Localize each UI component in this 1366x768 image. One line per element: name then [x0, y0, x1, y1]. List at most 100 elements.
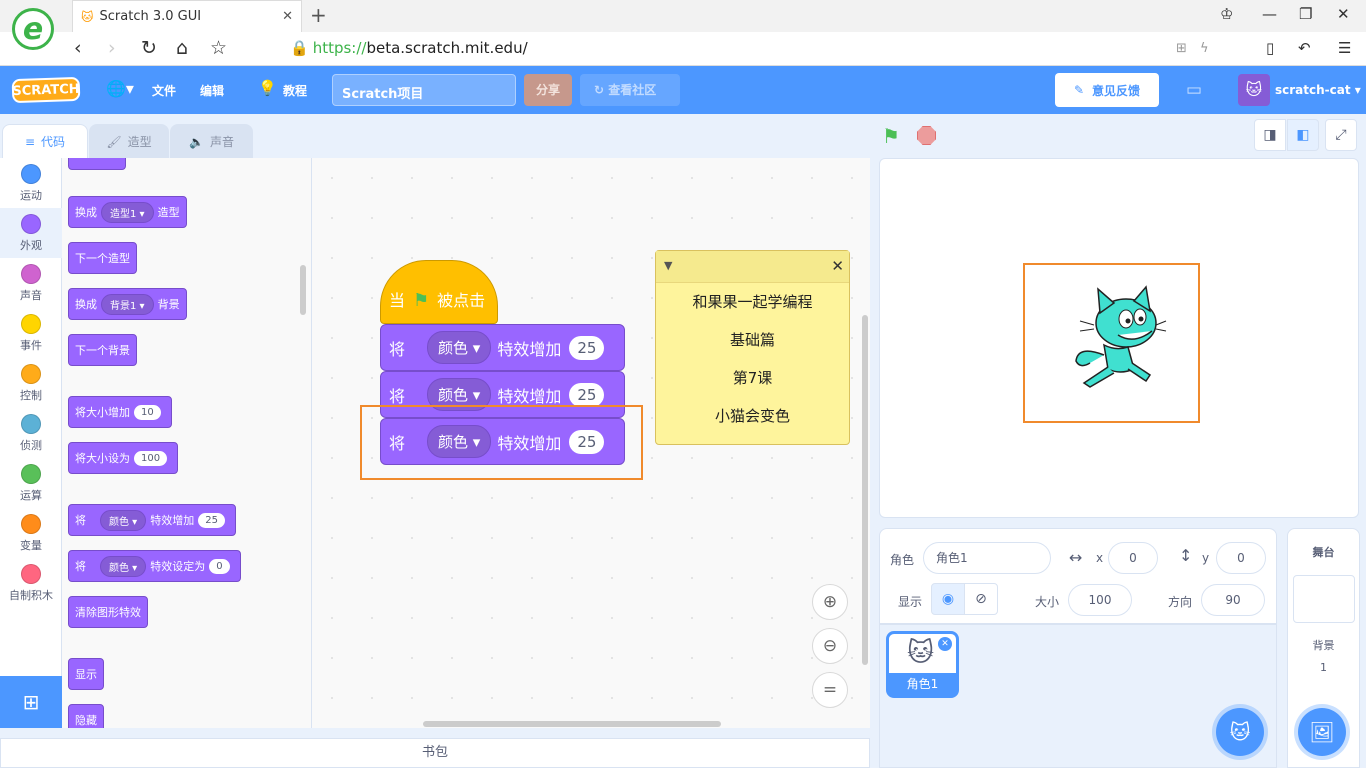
maximize-icon[interactable]: ❐ [1299, 5, 1312, 23]
size-label: 大小 [1035, 595, 1060, 609]
reload-icon[interactable]: ↻ [141, 37, 157, 59]
palette-switch-backdrop[interactable]: 换成 背景1 ▾ 背景 [68, 288, 187, 320]
qr-code-icon[interactable]: ⊞ [1176, 41, 1187, 56]
close-tab-icon[interactable]: ✕ [282, 9, 293, 24]
url-field[interactable]: 🔒 https://beta.scratch.mit.edu/ [290, 39, 528, 57]
palette-clear-effects[interactable]: 清除图形特效 [68, 596, 148, 628]
category-looks[interactable]: 外观 [0, 208, 62, 258]
y-input[interactable]: 0 [1216, 542, 1266, 574]
effect-value-input[interactable]: 25 [569, 382, 605, 407]
category-my-blocks[interactable]: 自制积木 [0, 558, 62, 608]
workspace-vertical-scrollbar[interactable] [862, 315, 868, 665]
small-stage-button[interactable]: ◨ [1254, 119, 1286, 151]
collapse-icon[interactable]: ▼ [664, 259, 672, 272]
feedback-button[interactable]: ✎ 意见反馈 [1055, 73, 1159, 107]
minimize-icon[interactable]: — [1262, 5, 1277, 23]
close-icon[interactable]: ✕ [831, 257, 844, 275]
effect-dropdown[interactable]: 颜色 ▾ [100, 509, 147, 531]
account-menu[interactable]: scratch-cat ▾ [1275, 83, 1361, 97]
browser-tab[interactable]: 🐱 Scratch 3.0 GUI ✕ [72, 0, 302, 32]
palette-next-backdrop[interactable]: 下一个背景 [68, 334, 137, 366]
size-set-value[interactable]: 100 [134, 450, 168, 466]
category-operators[interactable]: 运算 [0, 458, 62, 508]
shirt-icon[interactable]: ♔ [1220, 5, 1233, 23]
backdrop-dropdown[interactable]: 背景1 ▾ [101, 293, 154, 315]
tab-code[interactable]: ≡ 代码 [2, 124, 88, 158]
category-events[interactable]: 事件 [0, 308, 62, 358]
zoom-reset-button[interactable]: = [812, 672, 848, 708]
reading-mode-icon[interactable]: ▯ [1266, 39, 1274, 57]
comment-header[interactable]: ▼ ✕ [656, 251, 849, 283]
undo-icon[interactable]: ↶ [1298, 39, 1311, 57]
effect-dropdown[interactable]: 颜色 ▾ [100, 555, 147, 577]
delete-sprite-icon[interactable]: ✕ [938, 637, 952, 651]
add-extension-button[interactable]: ⊞ [0, 676, 62, 728]
backdrop-thumbnail[interactable] [1292, 575, 1355, 623]
scratch-logo[interactable]: SCRATCH [11, 76, 81, 104]
back-icon[interactable]: ‹ [74, 37, 82, 59]
effect-change-value[interactable]: 25 [198, 512, 225, 528]
effect-set-value[interactable]: 0 [209, 558, 230, 574]
category-motion[interactable]: 运动 [0, 158, 62, 208]
close-window-icon[interactable]: ✕ [1337, 5, 1350, 23]
menu-file[interactable]: 文件 [152, 82, 176, 99]
large-stage-button[interactable]: ◧ [1287, 119, 1319, 151]
workspace-horizontal-scrollbar[interactable] [423, 721, 721, 727]
choose-backdrop-button[interactable]: 🖼 [1298, 708, 1346, 756]
palette-scrollbar[interactable] [300, 265, 306, 315]
green-flag-icon[interactable]: ⚑ [882, 124, 900, 148]
palette-set-effect[interactable]: 将 颜色 ▾ 特效设定为 0 [68, 550, 241, 582]
palette-change-effect[interactable]: 将 颜色 ▾ 特效增加 25 [68, 504, 236, 536]
size-input[interactable]: 100 [1068, 584, 1132, 616]
palette-next-costume[interactable]: 下一个造型 [68, 242, 137, 274]
home-icon[interactable]: ⌂ [176, 37, 188, 59]
menu-edit[interactable]: 编辑 [200, 82, 224, 99]
category-control[interactable]: 控制 [0, 358, 62, 408]
equals-icon: = [822, 680, 838, 700]
palette-show[interactable]: 显示 [68, 658, 104, 690]
show-hidden-button[interactable]: ⊘ [964, 583, 998, 615]
globe-icon[interactable]: 🌐▾ [106, 79, 134, 98]
effect-dropdown[interactable]: 颜色 ▾ [427, 331, 492, 364]
menu-tutorials[interactable]: 教程 [283, 82, 307, 99]
palette-change-size[interactable]: 将大小增加 10 [68, 396, 172, 428]
fullscreen-button[interactable]: ⤢ [1325, 119, 1357, 151]
zoom-in-button[interactable]: ⊕ [812, 584, 848, 620]
change-effect-block[interactable]: 将 颜色 ▾ 特效增加 25 [380, 324, 625, 371]
sprite-thumbnail[interactable]: 🐱 ✕ 角色1 [886, 631, 959, 698]
tab-sounds[interactable]: 🔈 声音 [170, 124, 253, 158]
costume-dropdown[interactable]: 造型1 ▾ [101, 201, 154, 223]
tab-costumes[interactable]: 🖌 造型 [89, 124, 169, 158]
category-sensing[interactable]: 侦测 [0, 408, 62, 458]
palette-switch-costume[interactable]: 换成 造型1 ▾ 造型 [68, 196, 187, 228]
effect-value-input[interactable]: 25 [569, 335, 605, 360]
project-title-input[interactable]: Scratch项目 [332, 74, 516, 106]
menu-icon[interactable]: ☰ [1338, 39, 1351, 57]
workspace-comment[interactable]: ▼ ✕ 和果果一起学编程 基础篇 第7课 小猫会变色 [655, 250, 850, 445]
sprite-name-input[interactable]: 角色1 [923, 542, 1051, 574]
zoom-out-button[interactable]: ⊖ [812, 628, 848, 664]
avatar[interactable]: 🐱 [1238, 74, 1270, 106]
palette-set-size[interactable]: 将大小设为 100 [68, 442, 179, 474]
direction-input[interactable]: 90 [1201, 584, 1265, 616]
size-change-value[interactable]: 10 [134, 404, 161, 420]
forward-icon[interactable]: › [108, 37, 116, 59]
lightning-icon[interactable]: ϟ [1200, 41, 1209, 56]
bookmark-star-icon[interactable]: ☆ [210, 37, 227, 59]
my-stuff-folder-icon[interactable]: ▭ [1186, 80, 1202, 100]
see-community-button[interactable]: ↻ 查看社区 [580, 74, 680, 106]
when-flag-clicked-block[interactable]: 当 ⚑ 被点击 [380, 260, 498, 324]
y-label: y [1202, 551, 1210, 565]
stop-icon[interactable] [917, 126, 936, 145]
new-tab-icon[interactable]: + [310, 3, 327, 27]
x-input[interactable]: 0 [1108, 542, 1158, 574]
palette-block-partial[interactable] [68, 158, 126, 170]
choose-sprite-button[interactable]: 🐱 [1216, 708, 1264, 756]
palette-hide[interactable]: 隐藏 [68, 704, 104, 728]
category-variables[interactable]: 变量 [0, 508, 62, 558]
share-button[interactable]: 分享 [524, 74, 572, 106]
scratch-cat-sprite[interactable] [1068, 285, 1168, 395]
backpack[interactable]: 书包 [0, 738, 870, 768]
category-sound[interactable]: 声音 [0, 258, 62, 308]
show-visible-button[interactable]: ◉ [931, 583, 965, 615]
